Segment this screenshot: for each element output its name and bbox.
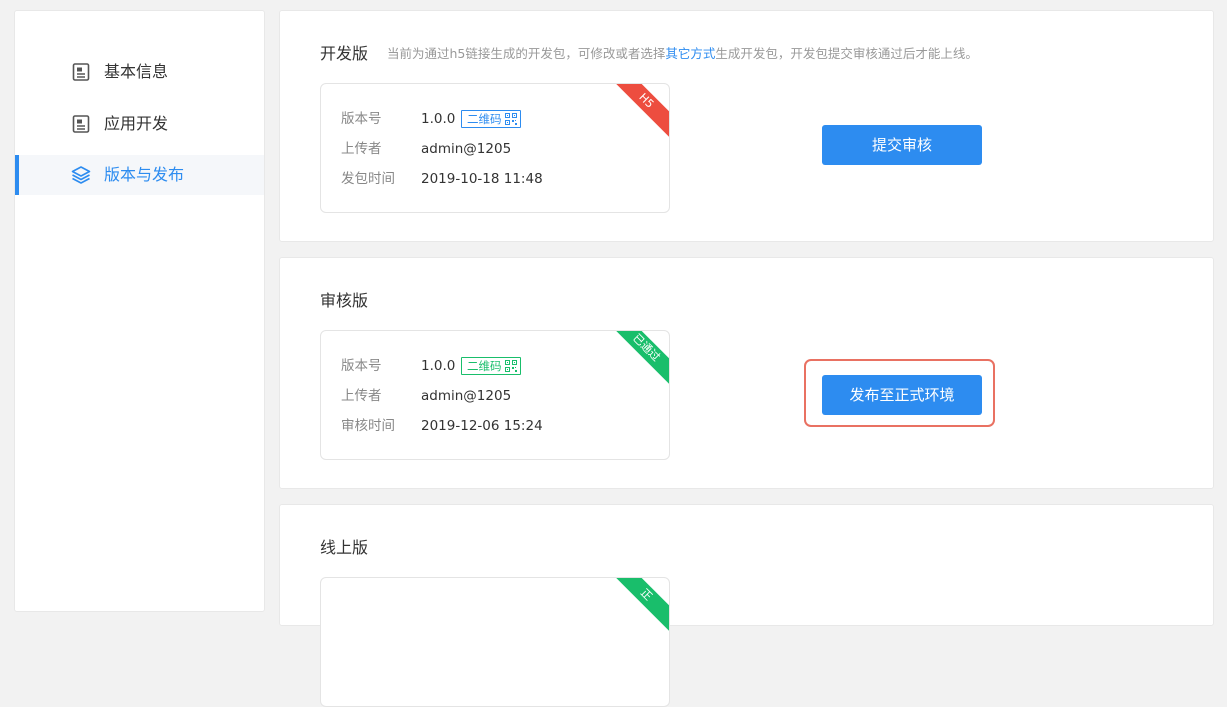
card-title: 审核版: [320, 291, 369, 310]
sidebar-item-label: 应用开发: [104, 114, 169, 133]
card-hint: 当前为通过h5链接生成的开发包，可修改或者选择其它方式生成开发包，开发包提交审核…: [387, 44, 978, 64]
version-info-box: 正: [320, 577, 670, 707]
qrcode-icon: [504, 113, 517, 125]
ribbon-badge: 正: [607, 578, 669, 634]
document-icon: [72, 63, 90, 81]
publish-production-button[interactable]: 发布至正式环境: [822, 375, 982, 415]
hint-text: 生成开发包，开发包提交审核通过后才能上线。: [715, 46, 978, 61]
version-value: 1.0.0: [421, 358, 456, 374]
field-label: 版本号: [341, 358, 382, 374]
qrcode-button[interactable]: 二维码: [461, 357, 521, 375]
document-icon: [72, 115, 90, 133]
ribbon-badge: H5: [607, 84, 669, 140]
time-value: 2019-10-18 11:48: [421, 171, 543, 187]
review-version-card: 审核版 已通过 版本号 1.0.0 二维码 上传者 admin@1205 审核时…: [279, 257, 1214, 489]
ribbon-badge: 已通过: [607, 331, 669, 387]
submit-review-button[interactable]: 提交审核: [822, 125, 982, 165]
version-value: 1.0.0: [421, 111, 456, 127]
time-value: 2019-12-06 15:24: [421, 418, 543, 434]
qrcode-label: 二维码: [467, 359, 502, 373]
field-label: 发包时间: [341, 171, 395, 187]
version-info-box: H5 版本号 1.0.0 二维码 上传者 admin@1205 发包时间 201…: [320, 83, 670, 213]
dev-version-card: 开发版 当前为通过h5链接生成的开发包，可修改或者选择其它方式生成开发包，开发包…: [279, 10, 1214, 242]
sidebar-item-app-dev[interactable]: 应用开发: [15, 104, 264, 144]
qrcode-label: 二维码: [467, 112, 502, 126]
layers-icon: [71, 166, 91, 184]
version-info-box: 已通过 版本号 1.0.0 二维码 上传者 admin@1205 审核时间 20…: [320, 330, 670, 460]
field-label: 版本号: [341, 111, 382, 127]
sidebar-item-label: 版本与发布: [104, 165, 185, 184]
sidebar-item-basic-info[interactable]: 基本信息: [15, 52, 264, 92]
uploader-value: admin@1205: [421, 141, 512, 157]
field-label: 上传者: [341, 141, 382, 157]
qrcode-button[interactable]: 二维码: [461, 110, 521, 128]
qrcode-icon: [504, 360, 517, 372]
card-title: 线上版: [320, 538, 369, 557]
sidebar-item-label: 基本信息: [104, 62, 169, 81]
card-title: 开发版: [320, 44, 369, 63]
hint-text: 当前为通过h5链接生成的开发包，可修改或者选择: [387, 46, 666, 61]
uploader-value: admin@1205: [421, 388, 512, 404]
online-version-card: 线上版 正: [279, 504, 1214, 707]
field-label: 审核时间: [341, 418, 395, 434]
sidebar-item-version-release[interactable]: 版本与发布: [15, 155, 264, 195]
field-label: 上传者: [341, 388, 382, 404]
sidebar: 基本信息 应用开发 版本与发布: [14, 10, 265, 612]
other-methods-link[interactable]: 其它方式: [665, 46, 715, 61]
